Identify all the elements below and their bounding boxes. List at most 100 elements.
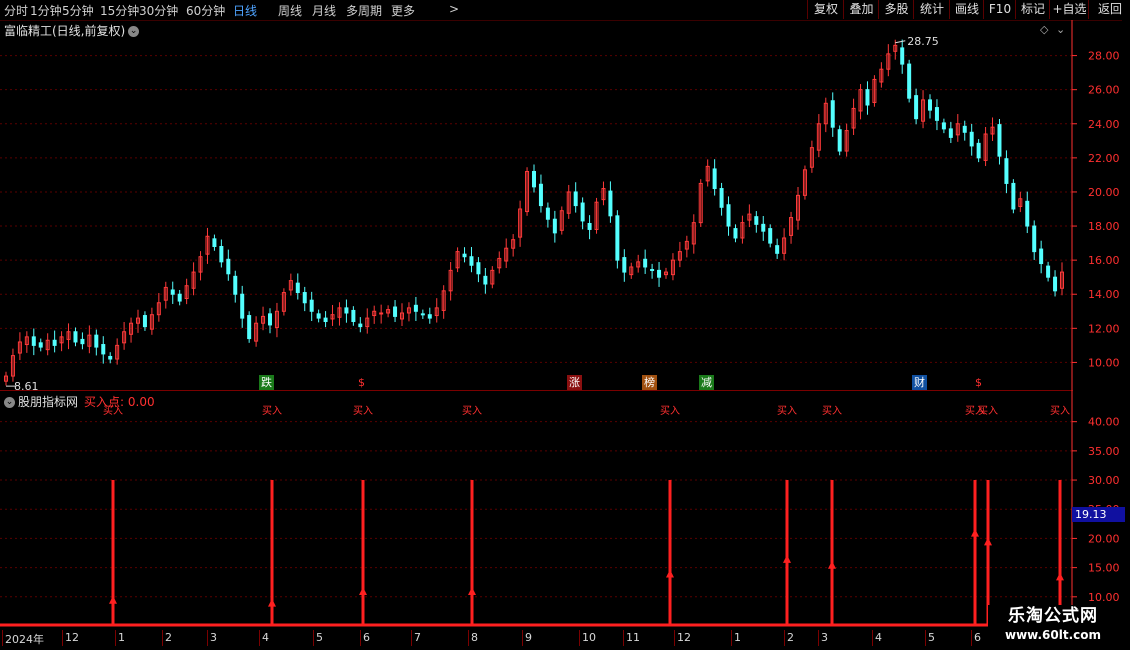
candle-body bbox=[775, 245, 780, 254]
high-pointer bbox=[895, 40, 906, 44]
date-label: 4 bbox=[875, 631, 882, 644]
candle-body bbox=[580, 202, 585, 222]
low-label: 8.61 bbox=[14, 380, 39, 390]
date-tick bbox=[468, 630, 469, 646]
candle-body bbox=[1004, 158, 1009, 184]
candle-body bbox=[976, 142, 981, 159]
y-tick-label: 22.00 bbox=[1088, 152, 1120, 165]
candle-body bbox=[52, 339, 57, 346]
candle-body bbox=[657, 269, 662, 278]
candlestick-chart[interactable]: 28.00 26.00 24.00 22.00 20.00 18.00 16.00 14.00… bbox=[0, 0, 1130, 390]
date-tick bbox=[818, 630, 819, 646]
candle-body bbox=[573, 191, 578, 207]
date-tick bbox=[579, 630, 580, 646]
signal-label: 买入 bbox=[777, 405, 797, 417]
date-label: 5 bbox=[316, 631, 323, 644]
date-tick bbox=[872, 630, 873, 646]
signal-label: 买入 bbox=[462, 405, 482, 417]
date-label: 4 bbox=[262, 631, 269, 644]
date-tick bbox=[971, 630, 972, 646]
candle-body bbox=[413, 304, 418, 312]
signal-label: 买入 bbox=[660, 405, 680, 417]
candle-body bbox=[240, 293, 245, 319]
date-tick bbox=[731, 630, 732, 646]
candle-body bbox=[615, 215, 620, 261]
date-tick bbox=[162, 630, 163, 646]
y-tick-label: 15.00 bbox=[1088, 562, 1120, 575]
candle-body bbox=[719, 188, 724, 208]
y-tick-label: 35.00 bbox=[1088, 445, 1120, 458]
candle-body bbox=[302, 292, 307, 304]
y-tick-label: 10.00 bbox=[1088, 356, 1120, 369]
y-tick-label: 20.00 bbox=[1088, 186, 1120, 199]
candle-body bbox=[907, 63, 912, 99]
candle-body bbox=[31, 336, 36, 346]
y-tick-label: 20.00 bbox=[1088, 532, 1120, 545]
candle-body bbox=[587, 222, 592, 230]
signal-label: 买入 bbox=[1050, 405, 1070, 417]
event-badge[interactable]: 榜 bbox=[642, 375, 657, 390]
candle-body bbox=[420, 313, 425, 316]
date-label: 12 bbox=[65, 631, 79, 644]
candle-body bbox=[101, 344, 106, 355]
candle-body bbox=[469, 256, 474, 266]
candle-body bbox=[462, 253, 467, 258]
date-label: 6 bbox=[363, 631, 370, 644]
candle-body bbox=[622, 257, 627, 273]
date-tick bbox=[313, 630, 314, 646]
date-tick bbox=[259, 630, 260, 646]
candle-body bbox=[427, 314, 432, 319]
date-tick bbox=[925, 630, 926, 646]
candle-body bbox=[80, 338, 85, 345]
candle-body bbox=[344, 307, 349, 314]
event-badge[interactable]: 减 bbox=[699, 375, 714, 390]
date-label: 5 bbox=[928, 631, 935, 644]
candle-body bbox=[650, 269, 655, 272]
event-badge[interactable]: $ bbox=[356, 375, 367, 390]
signal-label: 买入 bbox=[978, 405, 998, 417]
date-axis: 2024年 12 1 2 3 4 5 6 7 8 9 10 11 12 1 2 3 4 5 6 bbox=[0, 630, 1073, 648]
date-label: 2 bbox=[165, 631, 172, 644]
candle-body bbox=[712, 168, 717, 190]
candle-body bbox=[726, 204, 731, 227]
date-label: 3 bbox=[210, 631, 217, 644]
y-tick-label: 14.00 bbox=[1088, 288, 1120, 301]
event-badge[interactable]: $ bbox=[973, 375, 984, 390]
candle-body bbox=[316, 313, 321, 319]
watermark: 乐淘公式网 www.60lt.com bbox=[988, 605, 1118, 647]
date-label: 2 bbox=[787, 631, 794, 644]
event-badge[interactable]: 涨 bbox=[567, 375, 582, 390]
candle-body bbox=[733, 228, 738, 239]
candle-body bbox=[754, 216, 759, 225]
candle-body bbox=[108, 355, 113, 360]
candle-body bbox=[969, 131, 974, 147]
indicator-chart[interactable]: 40.0035.0030.0025.0020.0015.0010.00买入买入买… bbox=[0, 390, 1130, 630]
y-tick-label: 16.00 bbox=[1088, 254, 1120, 267]
date-tick bbox=[784, 630, 785, 646]
candle-body bbox=[476, 262, 481, 275]
watermark-url: www.60lt.com bbox=[1004, 628, 1102, 642]
y-tick-label: 10.00 bbox=[1088, 591, 1120, 604]
signal-label: 买入 bbox=[353, 405, 373, 417]
candle-body bbox=[170, 289, 175, 295]
signal-arrow bbox=[666, 569, 674, 578]
candle-body bbox=[552, 218, 557, 234]
signal-arrow bbox=[783, 554, 791, 563]
candle-body bbox=[323, 317, 328, 323]
date-label: 12 bbox=[677, 631, 691, 644]
date-tick bbox=[360, 630, 361, 646]
date-label: 11 bbox=[626, 631, 640, 644]
y-tick-label: 30.00 bbox=[1088, 474, 1120, 487]
candle-body bbox=[948, 128, 953, 138]
right-strip bbox=[1122, 20, 1130, 390]
candle-body bbox=[928, 99, 932, 111]
candle-body bbox=[247, 315, 252, 340]
y-tick-label: 28.00 bbox=[1088, 50, 1120, 63]
candle-body bbox=[865, 89, 870, 106]
date-tick bbox=[411, 630, 412, 646]
signal-arrow bbox=[268, 598, 276, 607]
event-badge[interactable]: 财 bbox=[912, 375, 927, 390]
event-badge[interactable]: 跌 bbox=[259, 375, 274, 390]
candle-body bbox=[1032, 225, 1037, 253]
candle-body bbox=[351, 309, 356, 323]
